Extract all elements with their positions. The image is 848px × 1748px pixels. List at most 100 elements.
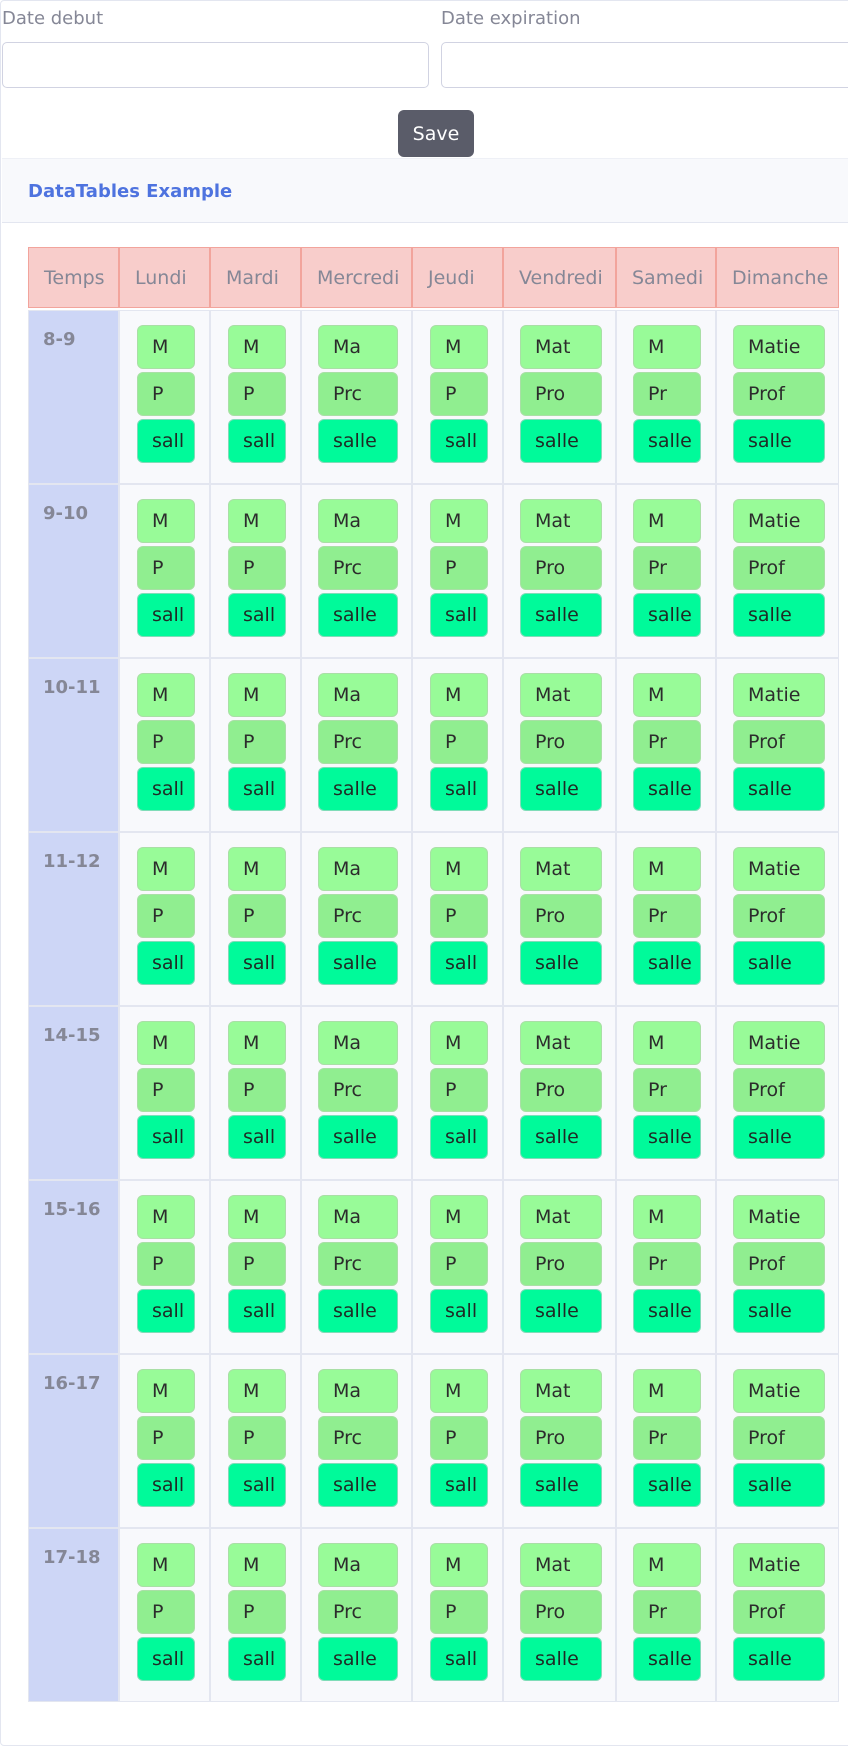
prof-chip[interactable]: P <box>137 894 195 938</box>
prof-chip[interactable]: Pro <box>520 894 602 938</box>
matiere-chip[interactable]: M <box>137 325 195 369</box>
matiere-chip[interactable]: M <box>633 1195 701 1239</box>
save-button[interactable]: Save <box>398 110 474 157</box>
matiere-chip[interactable]: M <box>137 847 195 891</box>
prof-chip[interactable]: Pr <box>633 894 701 938</box>
prof-chip[interactable]: P <box>430 720 488 764</box>
salle-chip[interactable]: salle <box>520 767 602 811</box>
matiere-chip[interactable]: M <box>430 1021 488 1065</box>
matiere-chip[interactable]: Ma <box>318 499 398 543</box>
prof-chip[interactable]: P <box>228 546 286 590</box>
prof-chip[interactable]: P <box>228 1242 286 1286</box>
matiere-chip[interactable]: M <box>430 847 488 891</box>
matiere-chip[interactable]: Matie <box>733 673 825 717</box>
salle-chip[interactable]: salle <box>633 1289 701 1333</box>
salle-chip[interactable]: sall <box>137 419 195 463</box>
date-debut-input[interactable] <box>2 42 429 88</box>
prof-chip[interactable]: Prc <box>318 1416 398 1460</box>
matiere-chip[interactable]: Matie <box>733 847 825 891</box>
matiere-chip[interactable]: Mat <box>520 847 602 891</box>
salle-chip[interactable]: sall <box>430 1289 488 1333</box>
salle-chip[interactable]: sall <box>228 1115 286 1159</box>
matiere-chip[interactable]: M <box>137 1543 195 1587</box>
matiere-chip[interactable]: Matie <box>733 325 825 369</box>
matiere-chip[interactable]: M <box>137 673 195 717</box>
matiere-chip[interactable]: Ma <box>318 673 398 717</box>
prof-chip[interactable]: P <box>228 1068 286 1112</box>
salle-chip[interactable]: sall <box>137 1289 195 1333</box>
prof-chip[interactable]: P <box>137 720 195 764</box>
matiere-chip[interactable]: M <box>228 673 286 717</box>
salle-chip[interactable]: sall <box>228 941 286 985</box>
salle-chip[interactable]: salle <box>520 1289 602 1333</box>
prof-chip[interactable]: P <box>430 546 488 590</box>
prof-chip[interactable]: P <box>430 372 488 416</box>
matiere-chip[interactable]: M <box>137 1369 195 1413</box>
matiere-chip[interactable]: M <box>228 1543 286 1587</box>
prof-chip[interactable]: Prof <box>733 720 825 764</box>
matiere-chip[interactable]: M <box>633 847 701 891</box>
matiere-chip[interactable]: M <box>633 1543 701 1587</box>
matiere-chip[interactable]: Matie <box>733 1369 825 1413</box>
matiere-chip[interactable]: M <box>228 847 286 891</box>
salle-chip[interactable]: sall <box>430 419 488 463</box>
salle-chip[interactable]: salle <box>318 941 398 985</box>
salle-chip[interactable]: sall <box>228 1463 286 1507</box>
prof-chip[interactable]: P <box>137 1590 195 1634</box>
salle-chip[interactable]: sall <box>228 593 286 637</box>
matiere-chip[interactable]: M <box>430 673 488 717</box>
salle-chip[interactable]: salle <box>520 1637 602 1681</box>
matiere-chip[interactable]: M <box>137 1195 195 1239</box>
salle-chip[interactable]: salle <box>633 1637 701 1681</box>
salle-chip[interactable]: salle <box>733 1289 825 1333</box>
matiere-chip[interactable]: M <box>633 499 701 543</box>
prof-chip[interactable]: Prc <box>318 1590 398 1634</box>
matiere-chip[interactable]: Mat <box>520 1369 602 1413</box>
matiere-chip[interactable]: Ma <box>318 1543 398 1587</box>
prof-chip[interactable]: P <box>430 1068 488 1112</box>
prof-chip[interactable]: P <box>137 546 195 590</box>
matiere-chip[interactable]: Ma <box>318 325 398 369</box>
prof-chip[interactable]: Pr <box>633 546 701 590</box>
prof-chip[interactable]: Pro <box>520 1068 602 1112</box>
matiere-chip[interactable]: Ma <box>318 847 398 891</box>
prof-chip[interactable]: P <box>228 1590 286 1634</box>
prof-chip[interactable]: P <box>228 894 286 938</box>
matiere-chip[interactable]: M <box>228 325 286 369</box>
prof-chip[interactable]: P <box>137 1242 195 1286</box>
salle-chip[interactable]: sall <box>228 419 286 463</box>
prof-chip[interactable]: Pr <box>633 1590 701 1634</box>
salle-chip[interactable]: salle <box>520 941 602 985</box>
salle-chip[interactable]: salle <box>318 767 398 811</box>
prof-chip[interactable]: P <box>430 1590 488 1634</box>
salle-chip[interactable]: salle <box>318 593 398 637</box>
salle-chip[interactable]: sall <box>228 767 286 811</box>
matiere-chip[interactable]: M <box>137 499 195 543</box>
salle-chip[interactable]: sall <box>430 767 488 811</box>
matiere-chip[interactable]: M <box>633 1021 701 1065</box>
matiere-chip[interactable]: Mat <box>520 1021 602 1065</box>
salle-chip[interactable]: sall <box>137 593 195 637</box>
matiere-chip[interactable]: M <box>633 673 701 717</box>
matiere-chip[interactable]: Mat <box>520 673 602 717</box>
prof-chip[interactable]: P <box>137 372 195 416</box>
salle-chip[interactable]: salle <box>318 1289 398 1333</box>
prof-chip[interactable]: Pro <box>520 1242 602 1286</box>
salle-chip[interactable]: sall <box>137 1115 195 1159</box>
matiere-chip[interactable]: Matie <box>733 1021 825 1065</box>
salle-chip[interactable]: salle <box>633 767 701 811</box>
prof-chip[interactable]: Prc <box>318 546 398 590</box>
prof-chip[interactable]: Pr <box>633 1242 701 1286</box>
prof-chip[interactable]: Prof <box>733 372 825 416</box>
prof-chip[interactable]: Prof <box>733 1590 825 1634</box>
salle-chip[interactable]: sall <box>228 1637 286 1681</box>
prof-chip[interactable]: Pro <box>520 1416 602 1460</box>
matiere-chip[interactable]: Matie <box>733 1195 825 1239</box>
prof-chip[interactable]: Prc <box>318 1242 398 1286</box>
salle-chip[interactable]: salle <box>733 593 825 637</box>
matiere-chip[interactable]: M <box>228 1021 286 1065</box>
prof-chip[interactable]: P <box>430 1242 488 1286</box>
salle-chip[interactable]: sall <box>137 767 195 811</box>
prof-chip[interactable]: Pro <box>520 372 602 416</box>
prof-chip[interactable]: P <box>228 1416 286 1460</box>
